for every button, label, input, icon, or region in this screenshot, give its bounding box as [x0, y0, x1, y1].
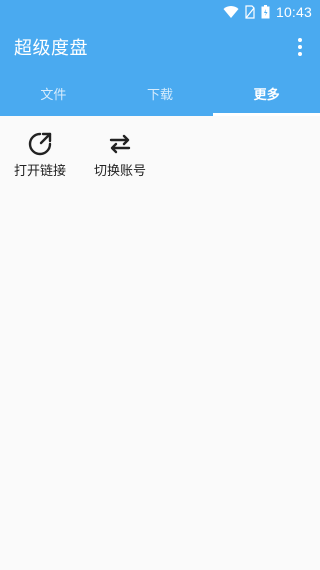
open-link-button[interactable]: 打开链接	[0, 130, 80, 179]
status-bar: 10:43	[0, 0, 320, 24]
switch-account-button[interactable]: 切换账号	[80, 130, 160, 179]
app-bar: 超级度盘	[0, 24, 320, 70]
open-link-icon	[28, 132, 52, 156]
more-options-button[interactable]	[288, 34, 312, 60]
switch-account-icon	[109, 134, 131, 154]
open-link-label: 打开链接	[13, 164, 66, 179]
switch-account-label: 切换账号	[93, 164, 146, 179]
wifi-icon	[223, 6, 239, 19]
more-vert-icon	[298, 52, 302, 56]
action-grid: 打开链接 切换账号	[0, 116, 320, 179]
more-vert-icon	[298, 38, 302, 42]
battery-icon	[261, 5, 270, 19]
app-title: 超级度盘	[14, 38, 88, 59]
tab-files[interactable]: 文件	[0, 70, 107, 116]
tab-bar: 文件 下载 更多	[0, 70, 320, 116]
tab-downloads[interactable]: 下载	[107, 70, 214, 116]
tab-more[interactable]: 更多	[213, 70, 320, 116]
more-panel: 打开链接 切换账号	[0, 116, 320, 570]
status-time: 10:43	[275, 4, 312, 20]
no-sim-icon	[245, 5, 255, 19]
more-vert-icon	[298, 45, 302, 49]
